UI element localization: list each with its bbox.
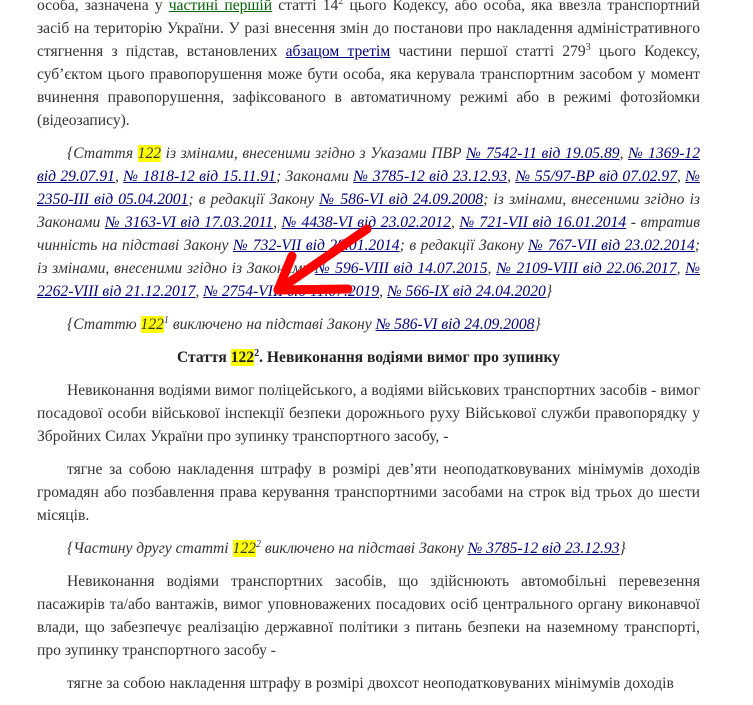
search-highlight: 122	[232, 540, 256, 557]
law-link[interactable]: № 3785-12 від 23.12.93	[353, 168, 507, 185]
amendment-note: {Частину другу статті 1222 виключено на …	[37, 537, 700, 560]
text-segment: ,	[273, 214, 282, 231]
law-link[interactable]: № 1818-12 від 15.11.91	[123, 168, 276, 185]
text-segment: {Статтю	[67, 316, 141, 333]
paragraph: тягне за собою накладення штрафу в розмі…	[37, 458, 700, 527]
law-link[interactable]: № 586-VI від 24.09.2008	[319, 191, 483, 208]
text-segment: ; Законами	[275, 168, 354, 185]
law-link[interactable]: абзацом третім	[286, 43, 391, 60]
text-segment: . Невиконання водіями вимог про зупинку	[259, 349, 561, 366]
text-segment: {Частину другу статті	[67, 540, 233, 557]
law-link[interactable]: № 55/97-ВР від 07.02.97	[515, 168, 677, 185]
law-document: особа, зазначена у частині першій статті…	[37, 0, 700, 705]
text-segment: ,	[619, 145, 629, 162]
paragraph: тягне за собою накладення штрафу в розмі…	[37, 672, 700, 695]
text-segment: Невиконання водіями вимог поліцейського,…	[37, 382, 700, 445]
law-link[interactable]: № 596-VIII від 14.07.2015	[315, 260, 488, 277]
text-segment: ,	[379, 283, 387, 300]
search-highlight: 122	[140, 316, 164, 333]
text-segment: ,	[676, 260, 686, 277]
law-link[interactable]: № 7542-11 від 19.05.89	[466, 145, 620, 162]
article-heading: Стаття 1222. Невиконання водіями вимог п…	[37, 346, 700, 369]
law-link[interactable]: № 3785-12 від 23.12.93	[468, 540, 620, 557]
law-link[interactable]: № 3163-VI від 17.03.2011	[105, 214, 273, 231]
text-segment: особа, зазначена у	[37, 0, 169, 14]
amendment-note: {Стаття 122 із змінами, внесеними згідно…	[37, 142, 700, 303]
amendment-note: {Статтю 1221 виключено на підставі Закон…	[37, 313, 700, 336]
law-link[interactable]: № 721-VII від 16.01.2014	[459, 214, 626, 231]
text-segment: статті 14	[272, 0, 339, 14]
text-segment: тягне за собою накладення штрафу в розмі…	[37, 461, 700, 524]
text-segment: ,	[114, 168, 124, 185]
law-link[interactable]: № 767-VII від 23.02.2014	[528, 237, 695, 254]
text-segment: }	[534, 316, 541, 333]
law-link[interactable]: частині першій	[169, 0, 272, 14]
search-highlight: 122	[137, 145, 162, 162]
text-segment: тягне за собою накладення штрафу в розмі…	[67, 675, 674, 692]
text-segment: частини першої статті 279	[390, 43, 586, 60]
text-segment: ; в редакції Закону	[399, 237, 529, 254]
paragraph: Невиконання водіями транспортних засобів…	[37, 570, 700, 662]
search-highlight: 122	[230, 349, 255, 366]
law-link[interactable]: № 586-VI від 24.09.2008	[376, 316, 535, 333]
paragraph: особа, зазначена у частині першій статті…	[37, 0, 700, 132]
law-link[interactable]: № 2109-VIII від 22.06.2017	[496, 260, 676, 277]
text-segment: ; в редакції Закону	[188, 191, 320, 208]
text-segment: виключено на підставі Закону	[260, 540, 468, 557]
law-link[interactable]: № 4438-VI від 23.02.2012	[282, 214, 451, 231]
law-link[interactable]: № 2754-VIII від 11.07.2019	[203, 283, 379, 300]
paragraph: Невиконання водіями вимог поліцейського,…	[37, 379, 700, 448]
law-link[interactable]: № 732-VII від 28.01.2014	[233, 237, 400, 254]
text-segment: Невиконання водіями транспортних засобів…	[37, 573, 700, 659]
text-segment: }	[545, 283, 553, 300]
text-segment: із змінами, внесеними згідно з Указами П…	[161, 145, 467, 162]
text-segment: ,	[487, 260, 497, 277]
text-segment: {Стаття	[67, 145, 138, 162]
law-link[interactable]: № 566-IX від 24.04.2020	[387, 283, 546, 300]
text-segment: }	[619, 540, 626, 557]
text-segment: виключено на підставі Закону	[168, 316, 376, 333]
text-segment: Стаття	[176, 349, 231, 366]
